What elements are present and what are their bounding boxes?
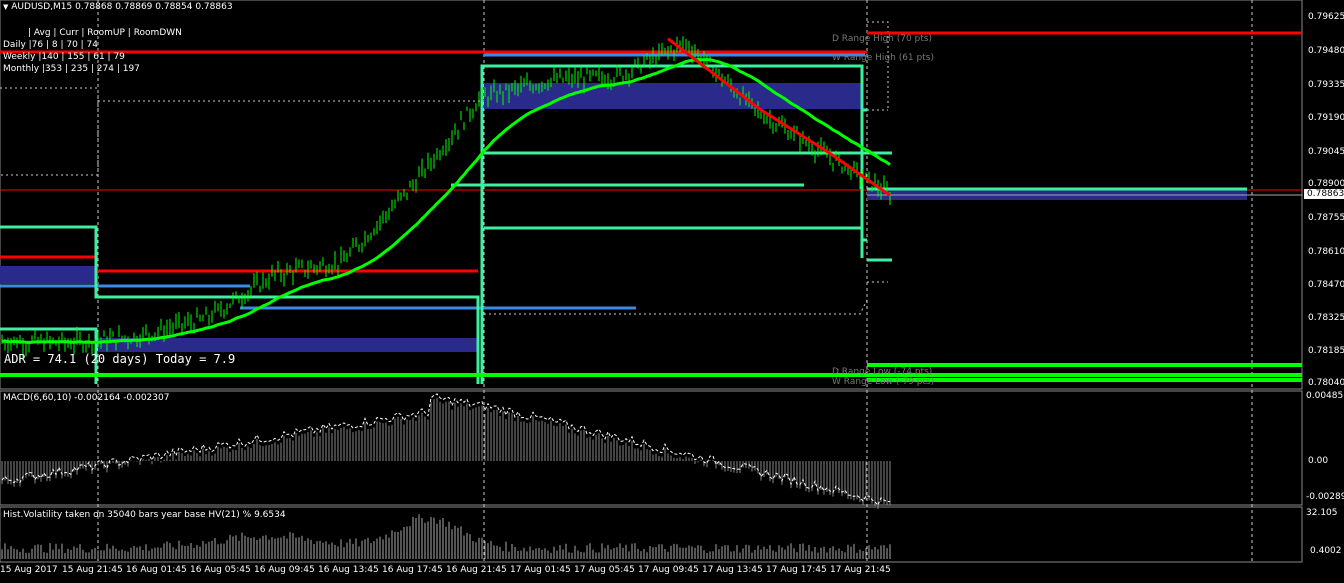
- time-tick: 16 Aug 05:45: [190, 565, 251, 575]
- stats-row-monthly: Monthly |353 | 235 | 274 | 197: [3, 64, 140, 74]
- price-tick: 0.79045: [1308, 147, 1344, 157]
- price-tick: 0.78185: [1308, 346, 1344, 356]
- time-tick: 17 Aug 01:45: [510, 565, 571, 575]
- time-tick: 16 Aug 01:45: [126, 565, 187, 575]
- collapse-icon[interactable]: ▼: [3, 3, 8, 11]
- current-price-badge: 0.78863: [1304, 189, 1344, 199]
- macd-title: MACD(6,60,10) -0.002164 -0.002307: [3, 393, 170, 403]
- time-tick: 17 Aug 17:45: [766, 565, 827, 575]
- price-tick: 0.79190: [1308, 113, 1344, 123]
- stats-header: | Avg | Curr | RoomUP | RoomDWN: [28, 28, 182, 38]
- time-tick: 15 Aug 2017: [0, 565, 58, 575]
- time-tick: 17 Aug 05:45: [574, 565, 635, 575]
- time-tick: 16 Aug 09:45: [254, 565, 315, 575]
- price-tick: 0.79480: [1308, 46, 1344, 56]
- price-tick: 0.79335: [1308, 80, 1344, 90]
- time-tick: 15 Aug 21:45: [62, 565, 123, 575]
- volatility-axis-top: 32.105: [1306, 508, 1338, 518]
- macd-panel: [0, 390, 1303, 506]
- time-tick: 16 Aug 17:45: [382, 565, 443, 575]
- price-tick: 0.78755: [1308, 213, 1344, 223]
- time-tick: 17 Aug 21:45: [830, 565, 891, 575]
- adr-text: ADR = 74.1 (20 days) Today = 7.9: [4, 352, 236, 366]
- stats-row-weekly: Weekly |140 | 155 | 61 | 79: [3, 52, 125, 62]
- time-tick: 16 Aug 21:45: [446, 565, 507, 575]
- volatility-title: Hist.Volatility taken on 35040 bars year…: [3, 510, 286, 520]
- price-tick: 0.79625: [1308, 12, 1344, 22]
- time-tick: 16 Aug 13:45: [318, 565, 379, 575]
- macd-axis-top: 0.004855: [1306, 391, 1344, 401]
- price-tick: 0.78325: [1308, 313, 1344, 323]
- d-range-low-label: D Range Low (-74 pts): [832, 367, 933, 377]
- price-tick: 0.78900: [1308, 179, 1344, 189]
- w-range-high-label: W Range High (61 pts): [832, 53, 934, 63]
- price-tick: 0.78610: [1308, 247, 1344, 257]
- macd-axis-zero: 0.00: [1308, 456, 1329, 466]
- d-range-high-label: D Range High (70 pts): [832, 34, 932, 44]
- w-range-low-label: W Range Low (-79 pts): [832, 377, 935, 387]
- macd-axis-bottom: -0.00289: [1306, 492, 1344, 502]
- time-tick: 17 Aug 13:45: [702, 565, 763, 575]
- volatility-axis-bottom: 0.4002: [1310, 546, 1342, 556]
- time-tick: 17 Aug 09:45: [638, 565, 699, 575]
- price-tick: 0.78040: [1308, 378, 1344, 388]
- stats-row-daily: Daily |76 | 8 | 70 | 74: [3, 40, 99, 50]
- chart-symbol: ▼ AUDUSD,M15 0.78868 0.78869 0.78854 0.7…: [3, 2, 233, 12]
- price-chart[interactable]: [0, 0, 1344, 583]
- price-tick: 0.78470: [1308, 280, 1344, 290]
